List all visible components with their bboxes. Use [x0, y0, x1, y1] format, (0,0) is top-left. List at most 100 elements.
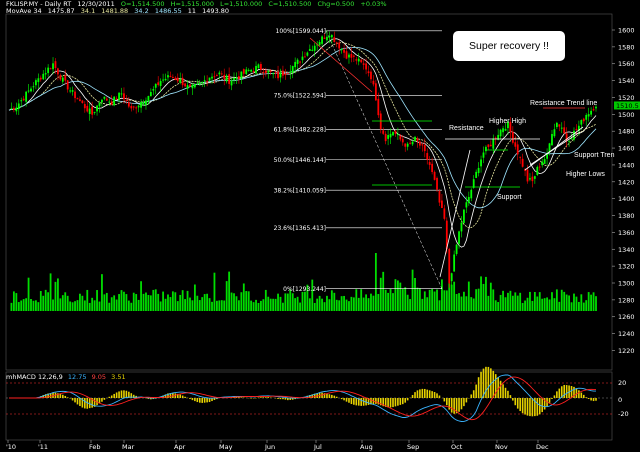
volume-bar — [326, 295, 328, 311]
candle-body — [96, 105, 98, 112]
candle-body — [54, 61, 57, 69]
candle-body — [206, 81, 209, 83]
macd-histogram-bar — [394, 398, 397, 407]
macd-histogram-bar — [115, 392, 118, 398]
volume-bar — [333, 292, 336, 311]
price-tick-label: 1420 — [618, 178, 635, 186]
candle-body — [394, 130, 397, 134]
volume-bar — [245, 291, 248, 311]
volume-bar — [140, 281, 142, 311]
candle-body — [492, 138, 495, 149]
candle-body — [409, 142, 412, 144]
macd-histogram-bar — [189, 398, 191, 399]
candle-body — [12, 108, 15, 110]
volume-bar — [421, 298, 424, 311]
candle-body — [220, 73, 223, 75]
volume-bar — [370, 293, 372, 311]
volume-bar — [35, 300, 37, 311]
candle-body — [149, 92, 152, 97]
candle-body — [294, 61, 297, 68]
candle-body — [130, 105, 133, 109]
candle-body — [352, 55, 355, 57]
candle-body — [181, 77, 184, 86]
volume-bar — [105, 292, 108, 311]
candle-body — [137, 105, 140, 108]
volume-bar — [101, 274, 103, 311]
macd-histogram-bar — [585, 397, 588, 398]
volume-bar — [250, 300, 253, 311]
candle-body — [308, 49, 311, 51]
volume-bar — [304, 291, 306, 311]
macd-histogram-bar — [578, 390, 580, 398]
macd-histogram-bar — [582, 394, 585, 398]
volume-bar — [171, 291, 174, 311]
candle-body — [39, 77, 42, 80]
macd-histogram-bar — [191, 398, 194, 401]
volume-bar — [152, 289, 155, 311]
volume-bar — [472, 298, 475, 311]
volume-bar — [321, 298, 323, 311]
macd-histogram-bar — [423, 388, 426, 398]
ma-value-6: 11 — [187, 7, 197, 15]
candle-body — [154, 83, 157, 88]
candle-body — [211, 76, 213, 79]
volume-bar — [125, 294, 128, 311]
candle-body — [443, 208, 446, 219]
volume-bar — [213, 272, 216, 311]
candle-body — [264, 70, 267, 74]
candle-body — [453, 254, 456, 272]
macd-histogram-bar — [477, 377, 480, 398]
volume-bar — [162, 291, 164, 311]
volume-bar — [120, 290, 123, 311]
candle-body — [176, 77, 179, 82]
macd-histogram-bar — [507, 390, 509, 398]
volume-bar — [91, 297, 94, 311]
candle-body — [585, 114, 588, 120]
candle-body — [575, 128, 578, 130]
date-tick-label: Feb — [89, 443, 101, 451]
volume-bar — [409, 299, 412, 311]
macd-histogram-bar — [326, 393, 328, 398]
volume-bar — [575, 296, 578, 311]
volume-bar — [98, 301, 101, 311]
macd-histogram-bar — [108, 396, 111, 398]
candle-body — [482, 152, 485, 158]
volume-bar — [590, 294, 593, 311]
macd-histogram-bar — [580, 392, 583, 398]
candle-body — [164, 78, 167, 81]
candle-body — [529, 178, 531, 180]
volume-bar — [499, 294, 502, 311]
candle-body — [179, 78, 182, 83]
volume-bar — [223, 300, 226, 311]
candle-body — [350, 53, 353, 58]
macd-histogram-bar — [335, 396, 338, 398]
candle-body — [343, 49, 345, 53]
volume-bar — [492, 289, 495, 311]
volume-bar — [76, 300, 79, 311]
volume-bar — [419, 288, 421, 311]
macd-histogram-bar — [59, 394, 62, 398]
candle-body — [25, 91, 28, 102]
macd-histogram-bar — [587, 398, 590, 399]
candle-body — [377, 98, 380, 116]
volume-bar — [475, 289, 478, 311]
volume-bar — [587, 292, 590, 311]
candle-body — [267, 70, 270, 73]
volume-bar — [54, 281, 57, 311]
price-tick-label: 1240 — [618, 330, 635, 338]
date-tick-label: Jun — [264, 443, 275, 451]
candle-body — [499, 129, 502, 137]
volume-bar — [64, 292, 67, 311]
macd-histogram-bar — [406, 398, 409, 401]
candle-body — [242, 69, 245, 74]
candle-body — [162, 79, 164, 81]
candle-body — [387, 135, 390, 139]
volume-bar — [387, 292, 390, 311]
macd-histogram-bar — [375, 398, 377, 404]
volume-bar — [184, 299, 186, 311]
macd-histogram-bar — [453, 398, 455, 414]
macd-histogram-bar — [125, 390, 128, 398]
candle-body — [480, 159, 482, 167]
macd-histogram-bar — [590, 398, 592, 401]
candle-body — [91, 106, 94, 115]
